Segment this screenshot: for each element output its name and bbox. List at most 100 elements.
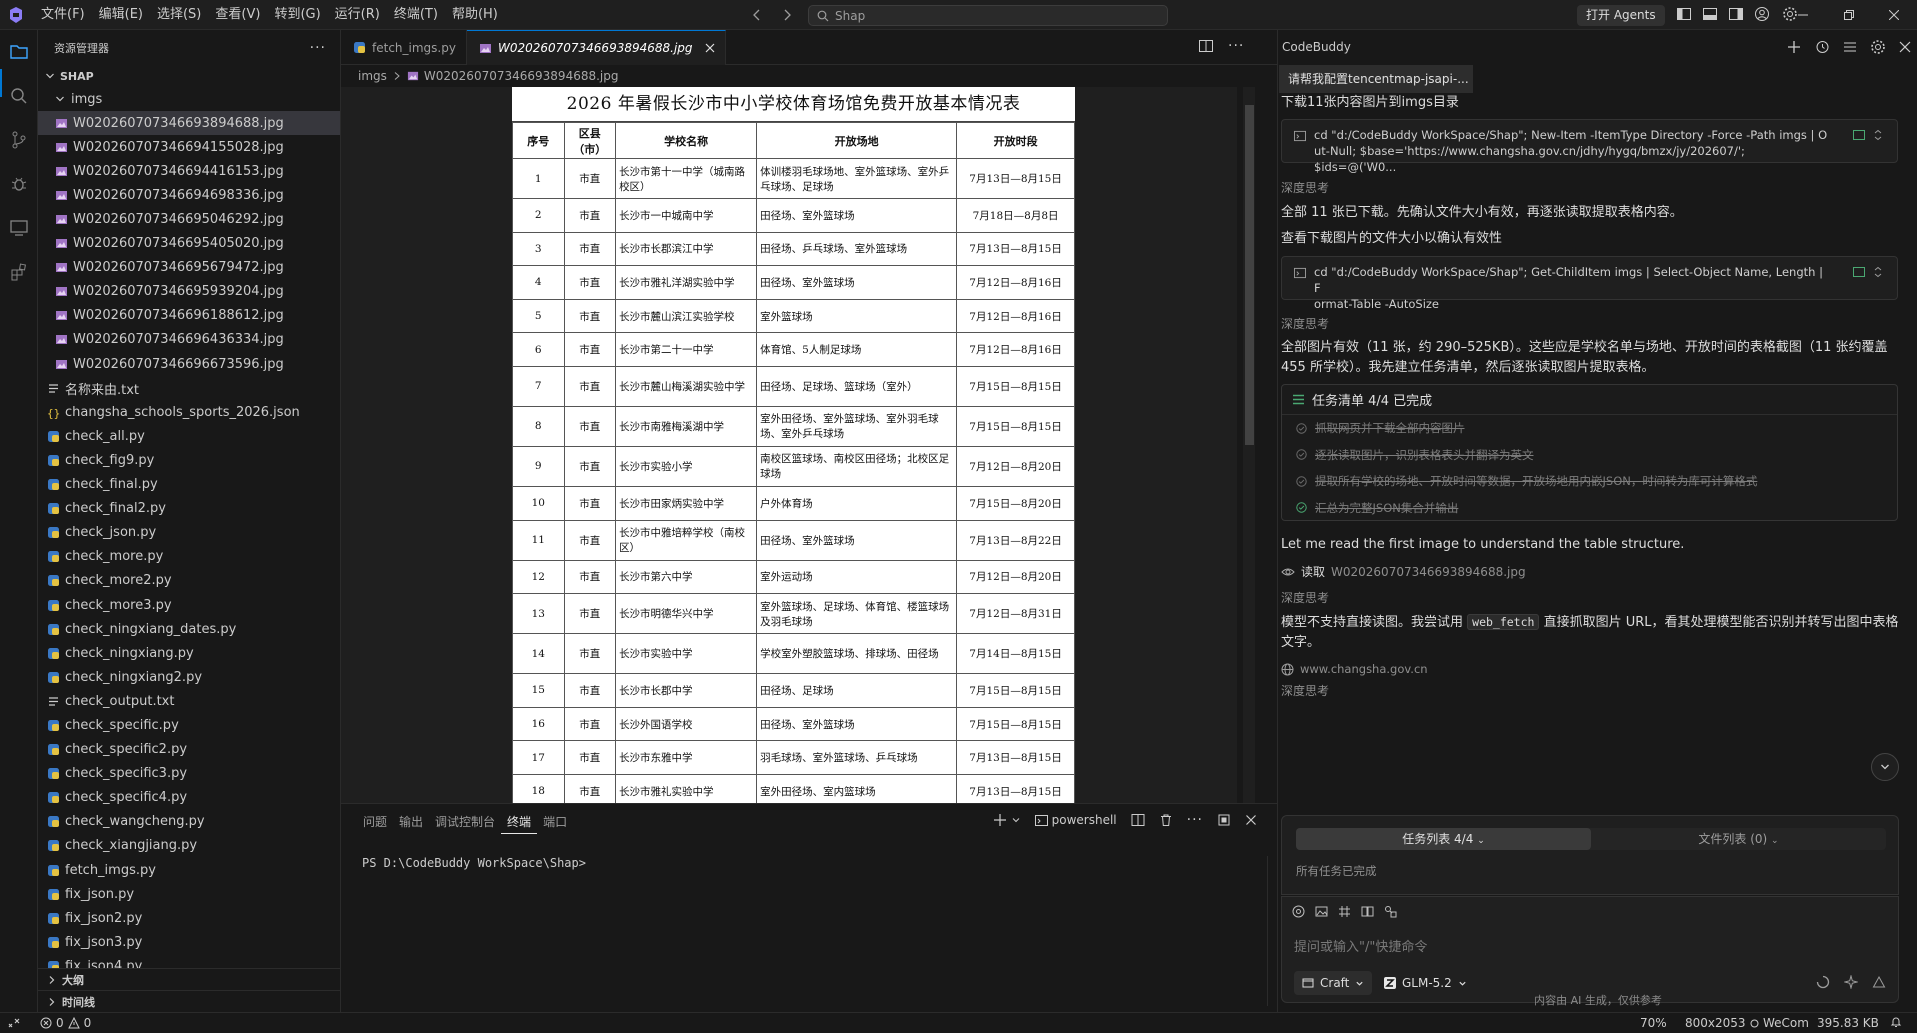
panel-tab[interactable]: 输出 [393,810,429,834]
close-chat-icon[interactable] [1898,39,1912,55]
source-control-icon[interactable] [7,128,31,152]
expand-icon[interactable] [1873,266,1883,278]
terminal-shell[interactable]: powershell [1034,813,1117,827]
split-editor-icon[interactable] [1198,38,1214,54]
integrations-icon[interactable] [1384,905,1397,918]
add-terminal-icon[interactable] [993,813,1007,827]
problems-indicator[interactable]: 0 0 [40,1016,91,1030]
sparkle-icon[interactable] [1844,975,1858,989]
file-item[interactable]: check_specific3.py [38,762,340,786]
debug-icon[interactable] [7,172,31,196]
back-arrow-icon[interactable] [748,6,766,24]
split-terminal-icon[interactable] [1131,813,1145,827]
file-item[interactable]: check_specific.py [38,713,340,737]
file-item[interactable]: check_final.py [38,473,340,497]
history-icon[interactable] [1814,39,1830,55]
file-item[interactable]: check_more.py [38,545,340,569]
file-item[interactable]: W020260707346695405020.jpg [38,232,340,256]
menu-item[interactable]: 运行(R) [328,0,387,30]
forward-arrow-icon[interactable] [778,6,796,24]
panel-tab[interactable]: 调试控制台 [429,810,501,834]
file-item[interactable]: check_output.txt [38,689,340,713]
web-fetch-step[interactable]: www.changsha.gov.cn [1281,659,1901,679]
file-item[interactable]: W020260707346696436334.jpg [38,328,340,352]
file-item[interactable]: W020260707346694155028.jpg [38,135,340,159]
restore-icon[interactable] [1826,0,1872,30]
zoom-level[interactable]: 70% [1640,1016,1667,1030]
file-item[interactable]: check_specific4.py [38,786,340,810]
new-chat-icon[interactable] [1786,39,1802,55]
panel-tab[interactable]: 终端 [501,810,538,834]
menu-item[interactable]: 转到(G) [267,0,327,30]
command-block[interactable]: cd "d:/CodeBuddy WorkSpace/Shap"; New-It… [1281,119,1898,174]
task-list-tab[interactable]: 任务列表 4/4 ⌄ [1296,828,1591,850]
command-block[interactable]: cd "d:/CodeBuddy WorkSpace/Shap"; Get-Ch… [1281,256,1898,311]
file-item[interactable]: fix_json3.py [38,930,340,954]
expand-icon[interactable] [1873,129,1883,141]
wecom-status[interactable]: WeCom [1750,1016,1809,1030]
remote-icon[interactable] [0,1013,28,1033]
notifications-bell-icon[interactable] [1890,1016,1902,1028]
explorer-icon[interactable] [7,40,31,64]
file-item[interactable]: check_more2.py [38,569,340,593]
file-item[interactable]: check_wangcheng.py [38,810,340,834]
panel-tab[interactable]: 端口 [537,810,573,834]
extensions-icon[interactable] [7,260,31,284]
rules-icon[interactable] [1338,905,1351,918]
list-icon[interactable] [1842,39,1858,55]
scroll-thumb[interactable] [1245,105,1254,445]
file-item[interactable]: fix_json.py [38,882,340,906]
file-item[interactable]: 名称来由.txt [38,376,340,400]
file-item[interactable]: check_all.py [38,424,340,448]
mention-icon[interactable] [1292,905,1305,918]
file-item[interactable]: fetch_imgs.py [38,858,340,882]
send-icon[interactable] [1872,975,1886,989]
file-item[interactable]: check_more3.py [38,593,340,617]
menu-item[interactable]: 查看(V) [208,0,267,30]
image-preview[interactable]: 2026 年暑假长沙市中小学校体育场馆免费开放基本情况表 序号 区县（市） 学校名称… [341,87,1237,803]
settings-gear-icon[interactable] [1870,39,1886,55]
breadcrumb-folder[interactable]: imgs [358,69,387,83]
file-item[interactable]: W020260707346696673596.jpg [38,352,340,376]
file-item[interactable]: check_final2.py [38,497,340,521]
menu-item[interactable]: 编辑(E) [92,0,150,30]
tab-image-jpg[interactable]: W020260707346693894688.jpg [466,30,726,65]
toggle-panel-icon[interactable] [1702,6,1720,24]
toggle-sidebar-icon[interactable] [1676,6,1694,24]
file-item[interactable]: W020260707346696188612.jpg [38,304,340,328]
timeline-section[interactable]: 时间线 [38,990,340,1012]
thinking-label[interactable]: 深度思考 [1281,589,1329,606]
file-item[interactable]: check_ningxiang.py [38,641,340,665]
close-tab-icon[interactable] [705,43,715,53]
file-list-tab[interactable]: 文件列表 (0) ⌄ [1591,828,1886,850]
terminal-prompt[interactable]: PS D:\CodeBuddy WorkSpace\Shap> [362,856,586,870]
file-item[interactable]: check_ningxiang2.py [38,665,340,689]
file-item[interactable]: W020260707346694416153.jpg [38,159,340,183]
minimize-icon[interactable] [1780,0,1826,30]
more-actions-icon[interactable]: ··· [1228,38,1244,54]
open-agents-button[interactable]: 打开 Agents [1577,5,1665,26]
file-item[interactable]: fix_json2.py [38,906,340,930]
file-item[interactable]: check_specific2.py [38,738,340,762]
file-item[interactable]: W020260707346695046292.jpg [38,207,340,231]
terminal-run-icon[interactable] [1853,266,1865,278]
chat-input[interactable] [1294,936,1884,958]
remote-explorer-icon[interactable] [7,216,31,240]
image-attach-icon[interactable] [1315,905,1328,918]
scroll-to-bottom-button[interactable] [1871,753,1899,781]
file-item[interactable]: W020260707346695679472.jpg [38,256,340,280]
file-item[interactable]: {} changsha_schools_sports_2026.json [38,400,340,424]
file-item[interactable]: check_xiangjiang.py [38,834,340,858]
toggle-secondary-sidebar-icon[interactable] [1728,6,1746,24]
maximize-panel-icon[interactable] [1217,813,1231,827]
close-panel-icon[interactable] [1245,814,1257,826]
close-window-icon[interactable] [1871,0,1917,30]
file-item[interactable]: check_ningxiang_dates.py [38,617,340,641]
editor-scrollbar[interactable] [1243,87,1255,803]
file-item[interactable]: check_fig9.py [38,448,340,472]
breadcrumb-file[interactable]: W020260707346693894688.jpg [424,69,619,83]
read-file-step[interactable]: 读取 W020260707346693894688.jpg [1281,562,1901,582]
menu-item[interactable]: 终端(T) [387,0,445,30]
task-list-header[interactable]: 任务清单 4/4 已完成 [1282,385,1897,415]
chevron-down-icon[interactable] [1011,815,1021,825]
